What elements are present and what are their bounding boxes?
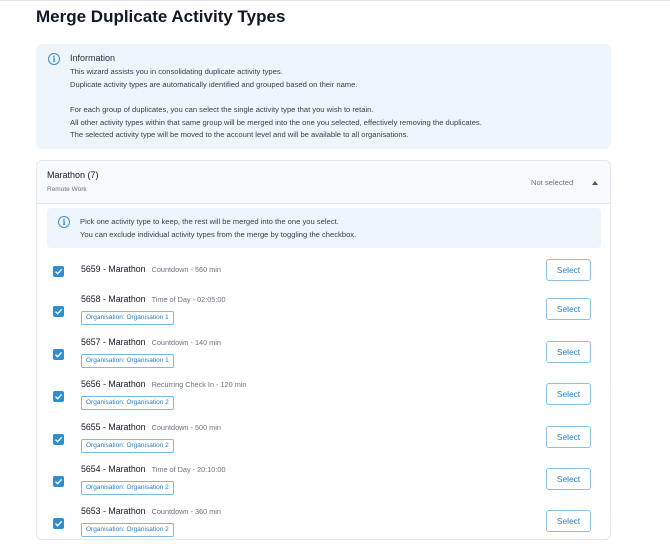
activity-name: 5654 - Marathon Time of Day - 20:10:00 bbox=[81, 464, 226, 474]
activity-row: 5653 - Marathon Countdown - 360 min Organi… bbox=[37, 504, 610, 544]
select-button[interactable]: Select bbox=[546, 341, 591, 363]
activity-details: Countdown - 560 min bbox=[151, 265, 221, 274]
checkmark-icon bbox=[55, 436, 63, 443]
activity-id-name: 5655 - Marathon bbox=[81, 422, 146, 432]
checkmark-icon bbox=[55, 520, 63, 527]
activity-id-name: 5658 - Marathon bbox=[81, 294, 146, 304]
activity-id-name: 5653 - Marathon bbox=[81, 506, 146, 516]
activity-row: 5656 - Marathon Recurring Check In - 120 … bbox=[37, 377, 610, 417]
activity-details: Countdown - 360 min bbox=[151, 507, 221, 516]
checkmark-icon bbox=[55, 393, 63, 400]
top-divider bbox=[0, 0, 670, 1]
duplicate-group-card: Marathon (7) Remote Work Not selected i … bbox=[36, 160, 611, 540]
activity-details: Countdown - 140 min bbox=[151, 338, 221, 347]
group-header-toggle[interactable]: Marathon (7) Remote Work Not selected bbox=[37, 161, 610, 204]
select-button[interactable]: Select bbox=[546, 510, 591, 532]
select-button[interactable]: Select bbox=[546, 259, 591, 281]
activity-name: 5658 - Marathon Time of Day - 02:05:00 bbox=[81, 294, 226, 304]
group-subtitle: Remote Work bbox=[47, 186, 87, 193]
info-line: This wizard assists you in consolidating… bbox=[70, 67, 283, 76]
organisation-tag: Organisation: Organisation 2 bbox=[81, 481, 174, 495]
activity-row: 5654 - Marathon Time of Day - 20:10:00 Org… bbox=[37, 462, 610, 502]
activity-name: 5656 - Marathon Recurring Check In - 120 … bbox=[81, 379, 246, 389]
info-line: For each group of duplicates, you can se… bbox=[70, 105, 374, 114]
checkmark-icon bbox=[55, 268, 63, 275]
checkmark-icon bbox=[55, 308, 63, 315]
include-checkbox[interactable] bbox=[53, 266, 64, 277]
info-line: The selected activity type will be moved… bbox=[70, 130, 409, 139]
activity-row: 5657 - Marathon Countdown - 140 min Organi… bbox=[37, 335, 610, 375]
activity-row: 5655 - Marathon Countdown - 500 min Organi… bbox=[37, 420, 610, 460]
activity-name: 5653 - Marathon Countdown - 360 min bbox=[81, 506, 221, 516]
activity-name: 5657 - Marathon Countdown - 140 min bbox=[81, 337, 221, 347]
activity-details: Recurring Check In - 120 min bbox=[151, 380, 247, 389]
activity-id-name: 5657 - Marathon bbox=[81, 337, 146, 347]
chevron-up-icon[interactable] bbox=[592, 181, 598, 185]
group-title: Marathon (7) bbox=[47, 170, 99, 180]
select-button[interactable]: Select bbox=[546, 383, 591, 405]
activity-id-name: 5656 - Marathon bbox=[81, 379, 146, 389]
include-checkbox[interactable] bbox=[53, 391, 64, 402]
activity-name: 5655 - Marathon Countdown - 500 min bbox=[81, 422, 221, 432]
activity-details: Countdown - 500 min bbox=[151, 423, 221, 432]
organisation-tag: Organisation: Organisation 1 bbox=[81, 354, 174, 368]
info-icon: i bbox=[48, 53, 60, 65]
activity-id-name: 5659 - Marathon bbox=[81, 264, 146, 274]
info-line: Duplicate activity types are automatical… bbox=[70, 80, 358, 89]
selection-status: Not selected bbox=[531, 178, 574, 187]
include-checkbox[interactable] bbox=[53, 434, 64, 445]
info-icon: i bbox=[58, 216, 70, 228]
include-checkbox[interactable] bbox=[53, 518, 64, 529]
hint-line: Pick one activity type to keep, the rest… bbox=[80, 217, 339, 226]
info-line: All other activity types within that sam… bbox=[70, 118, 482, 127]
page-title: Merge Duplicate Activity Types bbox=[36, 7, 286, 26]
activity-details: Time of Day - 20:10:00 bbox=[151, 465, 226, 474]
select-button[interactable]: Select bbox=[546, 468, 591, 490]
organisation-tag: Organisation: Organisation 2 bbox=[81, 396, 174, 410]
organisation-tag: Organisation: Organisation 1 bbox=[81, 311, 174, 325]
organisation-tag: Organisation: Organisation 2 bbox=[81, 523, 174, 537]
activity-name: 5659 - Marathon Countdown - 560 min bbox=[81, 264, 221, 274]
activity-id-name: 5654 - Marathon bbox=[81, 464, 146, 474]
checkmark-icon bbox=[55, 351, 63, 358]
organisation-tag: Organisation: Organisation 2 bbox=[81, 439, 174, 453]
select-button[interactable]: Select bbox=[546, 426, 591, 448]
include-checkbox[interactable] bbox=[53, 476, 64, 487]
include-checkbox[interactable] bbox=[53, 306, 64, 317]
info-heading: Information bbox=[70, 53, 116, 63]
merge-hint-panel: i Pick one activity type to keep, the re… bbox=[47, 208, 601, 248]
activity-row: 5658 - Marathon Time of Day - 02:05:00 Org… bbox=[37, 292, 610, 332]
include-checkbox[interactable] bbox=[53, 349, 64, 360]
hint-line: You can exclude individual activity type… bbox=[80, 230, 357, 239]
checkmark-icon bbox=[55, 478, 63, 485]
activity-details: Time of Day - 02:05:00 bbox=[151, 295, 226, 304]
information-panel: i Information This wizard assists you in… bbox=[36, 44, 611, 149]
select-button[interactable]: Select bbox=[546, 298, 591, 320]
